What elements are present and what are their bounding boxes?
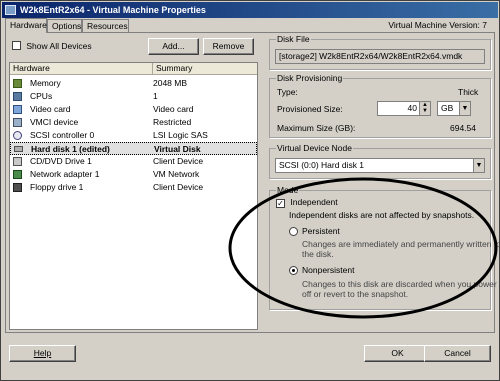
help-button[interactable]: Help bbox=[9, 345, 76, 362]
maximum-size-label: Maximum Size (GB): bbox=[277, 123, 356, 133]
virtual-device-node-label: Virtual Device Node bbox=[276, 143, 353, 153]
help-label: Help bbox=[33, 348, 52, 358]
vm-app-icon bbox=[5, 5, 16, 15]
show-all-devices-label: Show All Devices bbox=[26, 41, 92, 51]
memory-icon bbox=[13, 79, 22, 88]
size-unit-select[interactable]: GB ▼ bbox=[437, 101, 471, 116]
virtual-device-node-group: Virtual Device Node SCSI (0:0) Hard disk… bbox=[269, 143, 491, 179]
hardware-row-memory[interactable]: Memory 2048 MB bbox=[10, 77, 257, 90]
hardware-row-scsi-controller[interactable]: SCSI controller 0 LSI Logic SAS bbox=[10, 129, 257, 142]
persistent-label[interactable]: Persistent bbox=[302, 226, 340, 236]
persistent-description-2: the disk. bbox=[302, 249, 334, 259]
disk-file-group: Disk File [storage2] W2k8EntR2x64/W2k8En… bbox=[269, 34, 491, 70]
column-header-hardware[interactable]: Hardware bbox=[10, 63, 153, 75]
floppy-icon bbox=[13, 183, 22, 192]
column-header-summary[interactable]: Summary bbox=[153, 63, 257, 75]
size-unit-value: GB bbox=[441, 103, 454, 113]
tab-resources[interactable]: Resources bbox=[82, 19, 129, 32]
add-button[interactable]: Add... bbox=[148, 38, 199, 55]
hardware-row-network-adapter[interactable]: Network adapter 1 VM Network bbox=[10, 168, 257, 181]
mode-group: Mode ✓ Independent Independent disks are… bbox=[269, 185, 499, 310]
hardware-list[interactable]: Hardware Summary Memory 2048 MB CPUs 1 V… bbox=[9, 62, 258, 330]
hardware-row-cpus[interactable]: CPUs 1 bbox=[10, 90, 257, 103]
vm-version: Virtual Machine Version: 7 bbox=[388, 20, 487, 30]
persistent-description-1: Changes are immediately and permanently … bbox=[302, 239, 500, 249]
nonpersistent-description-1: Changes to this disk are discarded when … bbox=[302, 279, 497, 289]
independent-label: Independent bbox=[290, 197, 338, 207]
nonpersistent-label[interactable]: Nonpersistent bbox=[302, 265, 354, 275]
cd-dvd-icon bbox=[13, 157, 22, 166]
cancel-button[interactable]: Cancel bbox=[424, 345, 491, 362]
provisioned-size-value: 40 bbox=[407, 103, 417, 113]
provisioned-size-label: Provisioned Size: bbox=[277, 104, 343, 114]
tab-options[interactable]: Options bbox=[47, 19, 82, 32]
hardware-row-floppy-drive[interactable]: Floppy drive 1 Client Device bbox=[10, 181, 257, 194]
nonpersistent-description-2: off or revert to the snapshot. bbox=[302, 289, 409, 299]
ok-button[interactable]: OK bbox=[364, 345, 431, 362]
mode-label: Mode bbox=[276, 185, 300, 195]
title-bar[interactable]: W2k8EntR2x64 - Virtual Machine Propertie… bbox=[2, 2, 498, 18]
hardware-row-vmci-device[interactable]: VMCI device Restricted bbox=[10, 116, 257, 129]
scsi-controller-icon bbox=[13, 131, 22, 140]
network-adapter-icon bbox=[13, 170, 22, 179]
maximum-size-value: 694.54 bbox=[450, 123, 476, 133]
hardware-row-cd-dvd[interactable]: CD/DVD Drive 1 Client Device bbox=[10, 155, 257, 168]
tab-hardware[interactable]: Hardware bbox=[5, 18, 47, 33]
disk-file-path: [storage2] W2k8EntR2x64/W2k8EntR2x64.vmd… bbox=[275, 49, 485, 64]
vmci-icon bbox=[13, 118, 22, 127]
hardware-panel: Show All Devices Add... Remove Hardware … bbox=[5, 32, 499, 333]
hard-disk-icon bbox=[14, 146, 23, 152]
disk-provisioning-label: Disk Provisioning bbox=[276, 73, 344, 83]
chevron-down-icon[interactable]: ▼ bbox=[459, 102, 470, 115]
show-all-devices-checkbox[interactable]: Show All Devices bbox=[12, 41, 92, 51]
independent-check-icon[interactable]: ✓ bbox=[276, 199, 285, 208]
show-all-devices-box[interactable] bbox=[12, 41, 21, 50]
hardware-row-video-card[interactable]: Video card Video card bbox=[10, 103, 257, 116]
remove-button[interactable]: Remove bbox=[203, 38, 254, 55]
size-spinner-icon[interactable]: ▲ ▼ bbox=[419, 102, 430, 115]
hardware-row-hard-disk[interactable]: Hard disk 1 (edited) Virtual Disk bbox=[10, 142, 257, 155]
video-card-icon bbox=[13, 105, 22, 114]
provisioned-size-input[interactable]: 40 ▲ ▼ bbox=[377, 101, 431, 116]
cpu-icon bbox=[13, 92, 22, 101]
type-value: Thick bbox=[458, 87, 479, 97]
window-title: W2k8EntR2x64 - Virtual Machine Propertie… bbox=[20, 5, 206, 15]
device-node-select[interactable]: SCSI (0:0) Hard disk 1 ▼ bbox=[275, 158, 485, 173]
chevron-down-icon[interactable]: ▼ bbox=[473, 159, 484, 172]
independent-checkbox[interactable]: ✓ Independent bbox=[276, 197, 338, 208]
independent-description: Independent disks are not affected by sn… bbox=[289, 210, 475, 220]
disk-file-label: Disk File bbox=[276, 34, 311, 44]
properties-window: W2k8EntR2x64 - Virtual Machine Propertie… bbox=[0, 0, 500, 381]
persistent-radio[interactable] bbox=[289, 227, 298, 236]
type-label: Type: bbox=[277, 87, 298, 97]
device-node-value: SCSI (0:0) Hard disk 1 bbox=[279, 160, 365, 170]
disk-provisioning-group: Disk Provisioning Type: Thick Provisione… bbox=[269, 73, 491, 138]
nonpersistent-radio[interactable] bbox=[289, 266, 298, 275]
